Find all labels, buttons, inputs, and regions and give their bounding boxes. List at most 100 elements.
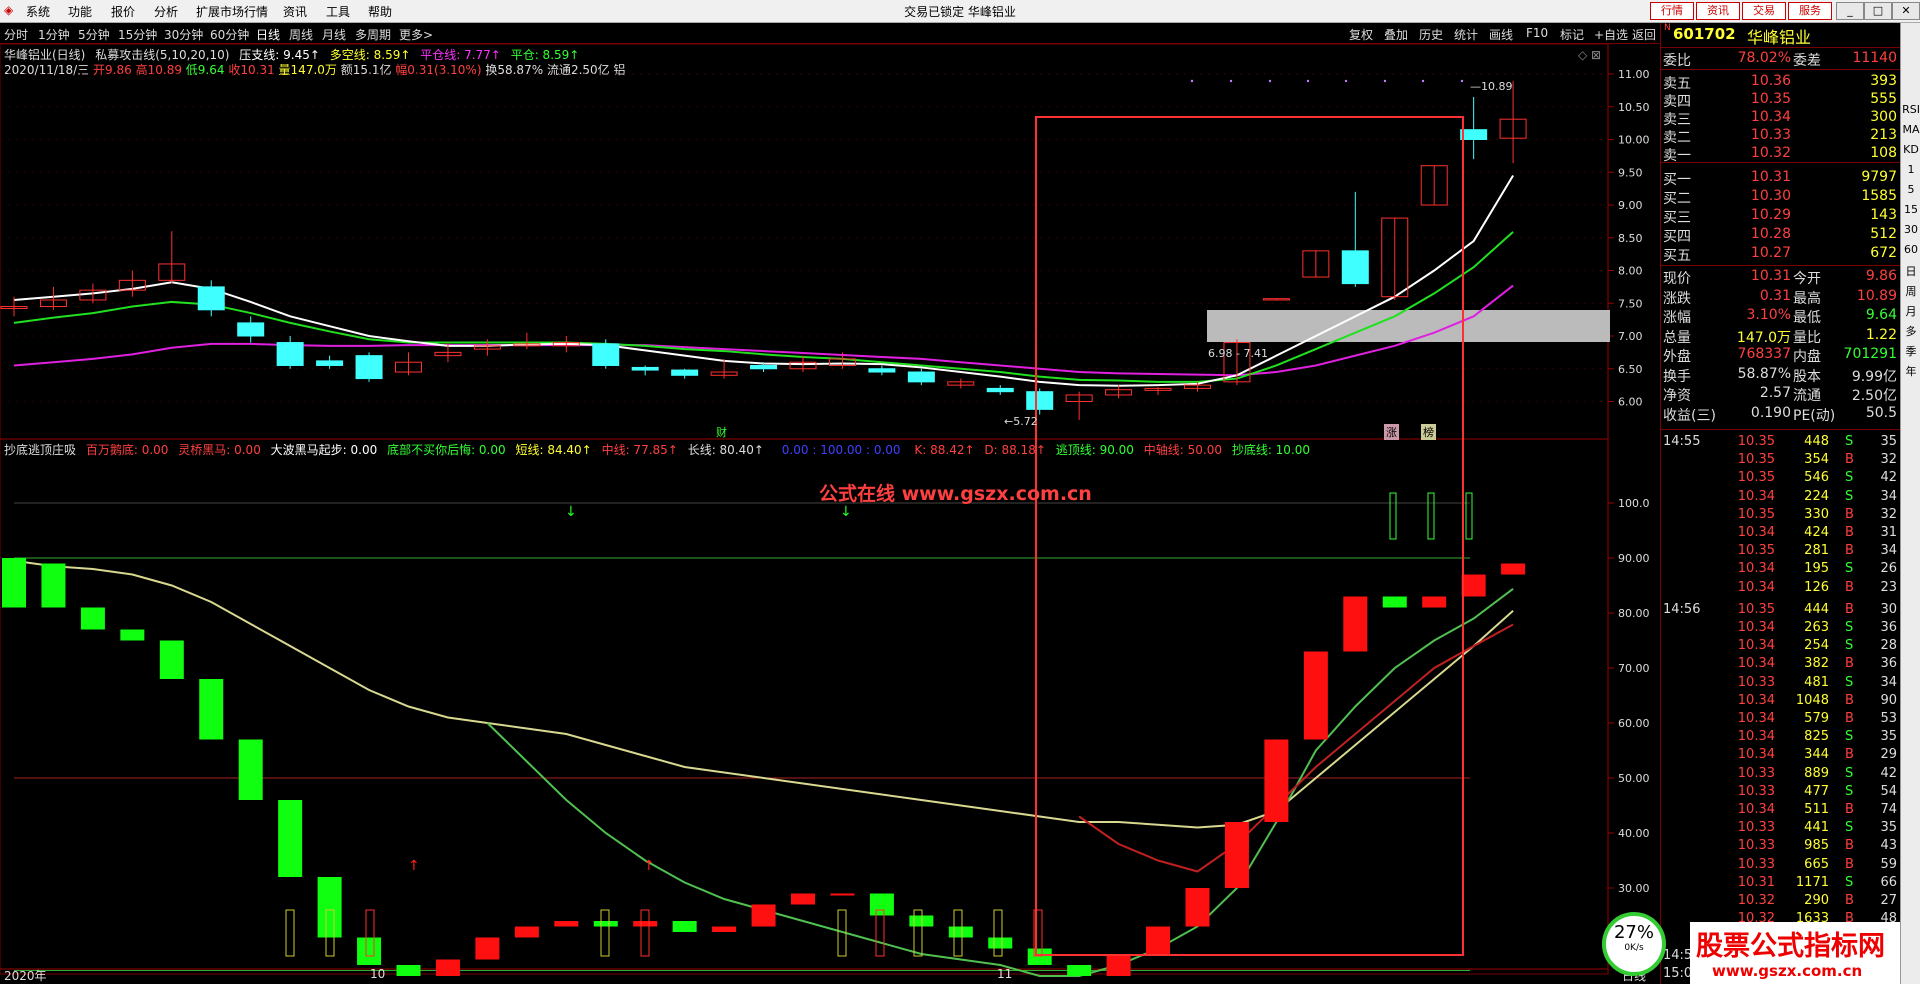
btn-stats[interactable]: 统计 (1454, 26, 1478, 43)
tick-row: 10.35 546 S 42 (1661, 470, 1901, 488)
menu-analysis[interactable]: 分析 (154, 3, 178, 20)
tick-volume: 354 (1804, 452, 1829, 468)
tick-count: 35 (1880, 434, 1897, 449)
tab-daily[interactable]: 日线 (256, 26, 280, 43)
stat-value: 1.22 (1865, 326, 1897, 343)
sidebar-item[interactable]: 季 (1901, 343, 1920, 359)
ratio-label: 委比 (1663, 53, 1691, 69)
stat-label: 现价 (1663, 271, 1691, 287)
sidebar-item[interactable]: 30 (1901, 223, 1920, 236)
stat-value: 701291 (1843, 346, 1897, 362)
tab-60min[interactable]: 60分钟 (210, 26, 249, 43)
bang-marker: 榜 (1421, 424, 1436, 440)
sub-bar (199, 679, 224, 740)
tick-price: 10.35 (1737, 543, 1775, 559)
top-button-market[interactable]: 行情 (1650, 2, 1694, 20)
tick-price: 10.35 (1737, 470, 1775, 486)
menu-system[interactable]: 系统 (26, 3, 50, 20)
sidebar-item[interactable]: RSI (1901, 103, 1920, 116)
btn-draw[interactable]: 画线 (1489, 26, 1513, 43)
sidebar-item[interactable]: 60 (1901, 243, 1920, 256)
tick-count: 23 (1880, 579, 1897, 595)
top-button-news[interactable]: 资讯 (1696, 2, 1740, 20)
bid-price: 10.28 (1750, 226, 1791, 242)
btn-back[interactable]: 返回 (1632, 26, 1656, 43)
tab-30min[interactable]: 30分钟 (164, 26, 203, 43)
tab-5min[interactable]: 5分钟 (78, 26, 110, 43)
sidebar-item[interactable]: 日 (1901, 263, 1920, 279)
ask-label: 卖四 (1663, 94, 1691, 110)
ask-volume: 108 (1870, 145, 1897, 161)
stat-value: 9.64 (1865, 307, 1897, 323)
menu-info[interactable]: 资讯 (283, 3, 307, 20)
tab-monthly[interactable]: 月线 (322, 26, 346, 43)
btn-add-favorite[interactable]: +自选 (1594, 26, 1628, 43)
tick-count: 35 (1880, 820, 1897, 836)
btn-adjust[interactable]: 复权 (1349, 26, 1373, 43)
tick-side: B (1845, 893, 1854, 908)
x-label-nov: 11 (997, 967, 1013, 981)
tab-multi-period[interactable]: 多周期 (355, 26, 391, 43)
btn-history[interactable]: 历史 (1419, 26, 1443, 43)
sub-bar (948, 926, 973, 938)
tick-side: S (1845, 488, 1854, 504)
tick-side: S (1845, 874, 1854, 890)
sidebar-item[interactable]: 15 (1901, 203, 1920, 216)
btn-overlay[interactable]: 叠加 (1384, 26, 1408, 43)
tab-15min[interactable]: 15分钟 (118, 26, 157, 43)
tick-price: 10.35 (1737, 506, 1775, 522)
svg-text:↑: ↑ (643, 858, 655, 874)
stat-label: 流通 (1793, 388, 1821, 404)
top-button-trade[interactable]: 交易 (1742, 2, 1786, 20)
btn-f10[interactable]: F10 (1526, 26, 1548, 40)
sub-bar (238, 739, 263, 800)
stat-label: 净资 (1663, 388, 1691, 404)
sidebar-item[interactable]: 月 (1901, 303, 1920, 319)
tick-side: B (1845, 579, 1854, 595)
menu-tools[interactable]: 工具 (326, 3, 350, 20)
menu-extended-market[interactable]: 扩展市场行情 (196, 3, 268, 20)
tick-volume: 546 (1804, 470, 1829, 486)
close-icon[interactable]: ✕ (1892, 2, 1920, 20)
tick-count: 31 (1880, 525, 1897, 540)
sidebar-item[interactable]: KD (1901, 143, 1920, 156)
tick-side: S (1845, 434, 1854, 449)
stat-value: 0.31 (1759, 287, 1791, 304)
ask-price: 10.35 (1750, 91, 1791, 107)
sidebar-item[interactable]: 周 (1901, 283, 1920, 299)
tab-more[interactable]: 更多> (399, 26, 433, 43)
menu-quote[interactable]: 报价 (111, 3, 135, 20)
sidebar-item[interactable]: 多 (1901, 323, 1920, 339)
sidebar-item[interactable]: MA (1901, 123, 1920, 136)
stat-label: 涨跌 (1663, 290, 1691, 307)
tick-row: 10.34 1048 B 90 (1661, 693, 1901, 711)
minimize-icon[interactable]: _ (1836, 2, 1864, 20)
tick-count: 30 (1880, 601, 1897, 617)
tick-row: 10.32 290 B 27 (1661, 893, 1901, 911)
tick-side: B (1845, 656, 1854, 672)
stat-value: 2.50亿 (1851, 388, 1897, 404)
tick-volume: 344 (1804, 747, 1829, 763)
menu-help[interactable]: 帮助 (368, 3, 392, 20)
candle (592, 343, 620, 366)
bid-label: 买四 (1663, 229, 1691, 245)
tick-count: 32 (1880, 452, 1897, 468)
btn-mark[interactable]: 标记 (1560, 26, 1584, 43)
maximize-icon[interactable]: □ (1864, 2, 1892, 20)
stat-label: 涨幅 (1663, 310, 1691, 326)
menu-function[interactable]: 功能 (68, 3, 92, 20)
tick-side: S (1845, 470, 1854, 486)
mid-line (1078, 623, 1514, 873)
sub-bar (791, 893, 815, 905)
tab-timeshare[interactable]: 分时 (4, 26, 28, 43)
top-button-service[interactable]: 服务 (1788, 2, 1832, 20)
tick-side: B (1845, 711, 1854, 726)
main-axis-label: 7.00 (1618, 330, 1643, 343)
sidebar-item[interactable]: 年 (1901, 363, 1920, 379)
tab-1min[interactable]: 1分钟 (38, 26, 70, 43)
ask-label: 卖五 (1663, 76, 1691, 92)
sidebar-item[interactable]: 5 (1901, 183, 1920, 196)
sidebar-item[interactable]: 1 (1901, 163, 1920, 176)
tab-weekly[interactable]: 周线 (289, 26, 313, 43)
kline-chart[interactable]: 11.00 10.50 10.00 9.50 9.00 8.50 8.00 7.50 7.00 6… (0, 44, 1660, 984)
